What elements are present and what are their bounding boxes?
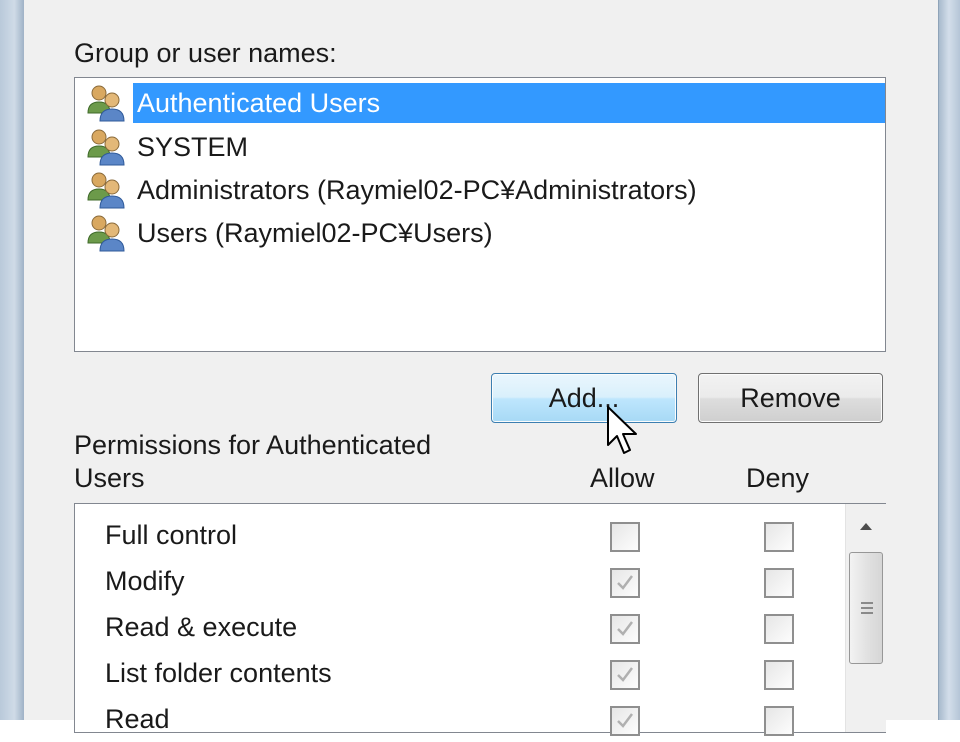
permissions-scrollbar[interactable] (845, 504, 886, 732)
deny-checkbox[interactable] (764, 614, 794, 644)
permission-row-full-control: Full control (75, 512, 845, 558)
checkmark-icon (617, 621, 633, 636)
allow-checkbox[interactable] (610, 568, 640, 598)
user-group-icon (87, 215, 125, 252)
permission-name: Read & execute (105, 612, 298, 642)
allow-checkbox[interactable] (610, 614, 640, 644)
user-item-administrators[interactable]: Administrators (Raymiel02-PC¥Administrat… (85, 169, 885, 211)
allow-checkbox[interactable] (610, 522, 640, 552)
user-name-text: SYSTEM (137, 132, 249, 162)
add-button[interactable]: Add... (491, 373, 677, 423)
permissions-label-line2: Users (74, 463, 145, 493)
scroll-up-arrow-icon[interactable] (854, 514, 878, 538)
user-item-system[interactable]: SYSTEM (85, 126, 885, 168)
checkmark-icon (617, 575, 633, 590)
user-item-authenticated-users[interactable]: Authenticated Users (85, 82, 885, 124)
deny-checkbox[interactable] (764, 660, 794, 690)
deny-checkbox[interactable] (764, 706, 794, 736)
remove-button[interactable]: Remove (698, 373, 883, 423)
permission-row-read-execute: Read & execute (75, 604, 845, 650)
checkmark-icon (617, 713, 633, 728)
permission-name: Full control (105, 520, 238, 550)
deny-checkbox[interactable] (764, 568, 794, 598)
scroll-thumb[interactable] (849, 552, 883, 664)
mouse-pointer-icon (607, 406, 637, 454)
permissions-label: Permissions for Authenticated (74, 430, 432, 460)
checkmark-icon (617, 667, 633, 682)
allow-column-header: Allow (590, 463, 655, 493)
permission-row-modify: Modify (75, 558, 845, 604)
user-name-text: Authenticated Users (133, 83, 885, 123)
window-frame-left (0, 0, 25, 720)
deny-checkbox[interactable] (764, 522, 794, 552)
user-name-text: Users (Raymiel02-PC¥Users) (137, 218, 493, 248)
permission-row-read: Read (75, 696, 845, 742)
user-group-icon (87, 172, 125, 209)
user-names-list[interactable]: Authenticated Users SYSTEM Administrator… (74, 77, 886, 352)
user-group-icon (87, 129, 125, 166)
allow-checkbox[interactable] (610, 706, 640, 736)
grip-lines-icon (861, 602, 873, 614)
permission-row-list-folder-contents: List folder contents (75, 650, 845, 696)
permission-name: List folder contents (105, 658, 332, 688)
permission-name: Read (105, 704, 170, 734)
deny-column-header: Deny (746, 463, 810, 493)
user-name-text: Administrators (Raymiel02-PC¥Administrat… (137, 175, 697, 205)
permission-name: Modify (105, 566, 185, 596)
window-frame-right (938, 0, 960, 720)
group-or-user-names-label: Group or user names: (74, 38, 337, 68)
user-group-icon (87, 85, 125, 122)
permissions-list: Full control Modify Read & execute List … (74, 503, 886, 736)
allow-checkbox[interactable] (610, 660, 640, 690)
user-item-users[interactable]: Users (Raymiel02-PC¥Users) (85, 212, 885, 254)
